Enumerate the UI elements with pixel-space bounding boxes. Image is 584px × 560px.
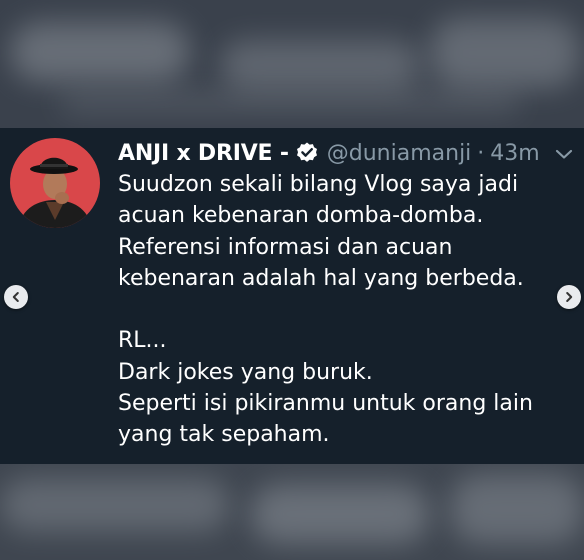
tweet-text-line: Suudzon sekali bilang Vlog saya jadi bbox=[118, 172, 519, 197]
tweet-text-line bbox=[118, 294, 568, 325]
tweet-text-line: RL... bbox=[118, 328, 167, 354]
tweet-text-line: Dark jokes yang buruk. bbox=[118, 359, 373, 385]
meta-separator: · bbox=[477, 140, 485, 166]
author-name[interactable]: ANJI x DRIVE - bbox=[118, 141, 289, 166]
chevron-down-icon[interactable] bbox=[552, 142, 576, 166]
avatar[interactable] bbox=[10, 138, 100, 228]
tweet-header: ANJI x DRIVE - @duniamanji · 43m bbox=[118, 136, 540, 170]
tweet-text-line: yang tak sepaham. bbox=[118, 422, 330, 448]
chevron-left-icon bbox=[12, 292, 19, 302]
author-handle[interactable]: @duniamanji bbox=[327, 141, 472, 166]
verified-badge-icon bbox=[296, 142, 317, 162]
tweet-text-line: Referensi informasi dan acuan bbox=[118, 234, 453, 260]
tweet-text: Suudzon sekali bilang Vlog saya jadi acu… bbox=[118, 169, 568, 451]
blurred-background-top bbox=[0, 0, 584, 128]
next-slide-button[interactable] bbox=[557, 285, 581, 309]
blurred-background-bottom bbox=[0, 464, 584, 560]
tweet-text-line: Seperti isi pikiranmu untuk orang lain bbox=[118, 391, 533, 417]
tweet-text-line: acuan kebenaran domba-domba. bbox=[118, 203, 484, 229]
chevron-right-icon bbox=[566, 292, 573, 302]
tweet-time[interactable]: 43m bbox=[490, 141, 539, 166]
tweet-text-line: kebenaran adalah hal yang berbeda. bbox=[118, 265, 524, 291]
previous-slide-button[interactable] bbox=[4, 285, 28, 309]
